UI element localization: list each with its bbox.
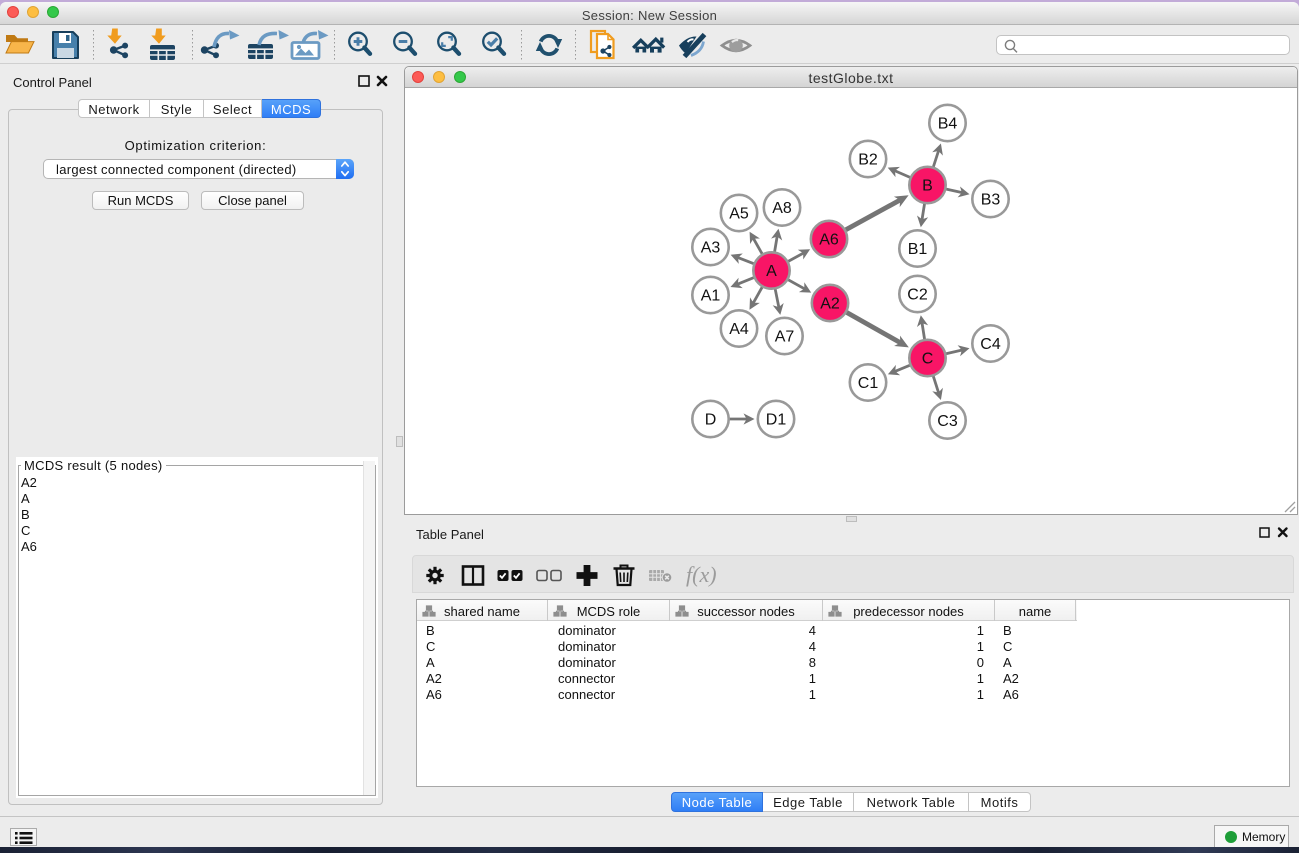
svg-text:C3: C3 — [937, 413, 958, 430]
svg-text:A: A — [766, 263, 777, 280]
svg-text:f(x): f(x) — [686, 562, 717, 587]
svg-text:C: C — [922, 351, 934, 368]
svg-text:A7: A7 — [775, 329, 795, 346]
svg-text:B2: B2 — [858, 152, 878, 169]
svg-text:A4: A4 — [729, 321, 749, 338]
svg-text:B: B — [922, 178, 933, 195]
svg-text:A8: A8 — [772, 200, 792, 217]
svg-text:A1: A1 — [701, 288, 721, 305]
svg-text:A6: A6 — [819, 232, 839, 249]
svg-text:D: D — [705, 412, 717, 429]
svg-text:A2: A2 — [820, 296, 840, 313]
svg-text:A3: A3 — [701, 240, 721, 257]
svg-text:A5: A5 — [729, 206, 749, 223]
svg-text:D1: D1 — [766, 412, 787, 429]
svg-text:B4: B4 — [938, 116, 958, 133]
svg-text:C4: C4 — [980, 336, 1001, 353]
svg-text:B1: B1 — [908, 241, 928, 258]
svg-text:C1: C1 — [858, 375, 879, 392]
svg-text:B3: B3 — [981, 192, 1001, 209]
svg-text:C2: C2 — [907, 287, 928, 304]
